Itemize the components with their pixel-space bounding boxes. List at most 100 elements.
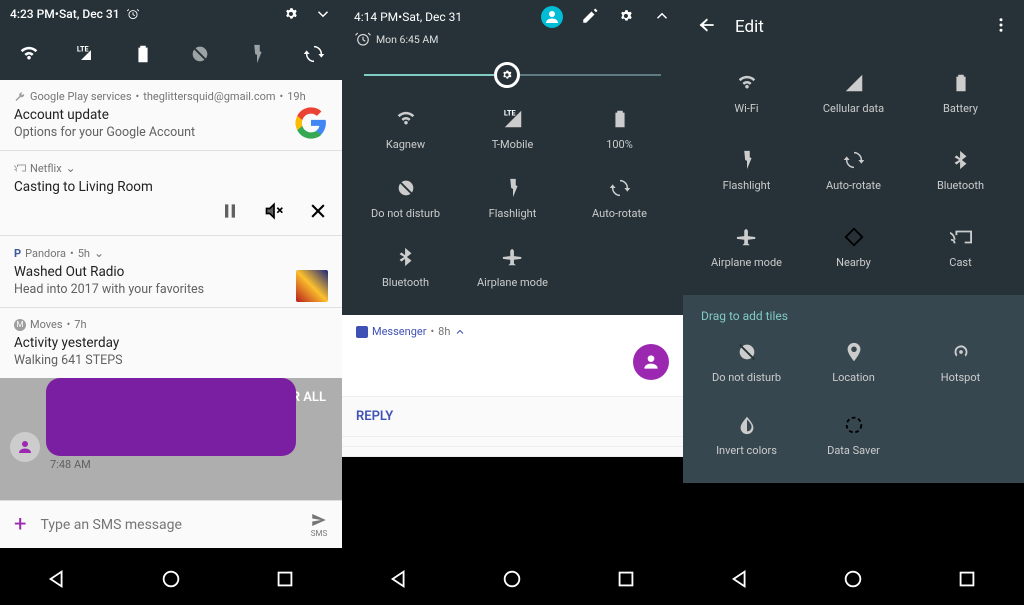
sender-avatar — [633, 344, 669, 380]
tile-battery[interactable]: 100% — [566, 108, 673, 151]
rotate-icon — [843, 149, 865, 171]
album-art — [296, 270, 328, 302]
rotate-icon — [609, 177, 631, 199]
tile-datasaver[interactable]: Data Saver — [800, 414, 907, 457]
lte-icon: LTE — [502, 108, 524, 130]
flashlight-icon — [736, 149, 758, 171]
tile-lte[interactable]: LTE T-Mobile — [459, 108, 566, 151]
back-button[interactable] — [729, 568, 751, 594]
alarm-icon — [126, 7, 140, 21]
active-tiles: Wi-Fi Cellular data Battery Flashlight Auto-… — [683, 54, 1024, 295]
back-icon[interactable] — [697, 15, 717, 39]
tile-label: Cellular data — [823, 102, 884, 115]
battery-icon[interactable] — [132, 43, 154, 65]
airplane-icon — [736, 226, 758, 248]
collapse-icon[interactable] — [653, 7, 671, 28]
dnd-icon[interactable] — [189, 43, 211, 65]
tile-rotate[interactable]: Auto-rotate — [800, 149, 907, 192]
status-time: 4:23 PM — [10, 7, 55, 21]
datasaver-icon — [843, 414, 865, 436]
send-button[interactable]: SMS — [310, 511, 328, 538]
add-icon[interactable]: + — [14, 512, 26, 537]
nav-bar — [683, 557, 1024, 605]
tile-battery[interactable]: Battery — [907, 72, 1014, 115]
tile-nearby[interactable]: Nearby — [800, 226, 907, 269]
notification-netflix[interactable]: Netflix ⌄ Casting to Living Room — [0, 151, 342, 236]
rotate-icon[interactable] — [303, 43, 325, 65]
quick-settings-tiles: Kagnew LTE T-Mobile 100% Do not disturb Flash… — [342, 98, 683, 315]
wrench-icon — [14, 91, 26, 103]
profile-icon[interactable] — [541, 6, 563, 28]
dnd-icon — [395, 177, 417, 199]
recents-button[interactable] — [956, 568, 978, 594]
pause-button[interactable] — [220, 201, 240, 225]
home-button[interactable] — [160, 568, 182, 594]
tile-flashlight[interactable]: Flashlight — [693, 149, 800, 192]
recents-button[interactable] — [615, 568, 637, 594]
brightness-icon — [500, 68, 514, 82]
mute-button[interactable] — [264, 201, 284, 225]
tile-label: Bluetooth — [937, 179, 984, 192]
expand-icon[interactable] — [314, 5, 332, 23]
tile-label: Do not disturb — [712, 371, 781, 384]
back-button[interactable] — [388, 568, 410, 594]
tile-wifi[interactable]: Kagnew — [352, 108, 459, 151]
settings-icon[interactable] — [282, 5, 300, 23]
tile-label: Kagnew — [386, 138, 425, 151]
tile-location[interactable]: Location — [800, 341, 907, 384]
tile-invert[interactable]: Invert colors — [693, 414, 800, 457]
pandora-icon: P — [14, 247, 21, 260]
sms-compose[interactable]: + Type an SMS message SMS — [0, 500, 342, 548]
flashlight-icon — [502, 177, 524, 199]
tile-label: Flashlight — [489, 207, 537, 220]
home-button[interactable] — [501, 568, 523, 594]
tile-label: Auto-rotate — [826, 179, 881, 192]
drag-zone: Drag to add tiles Do not disturbLocation… — [683, 295, 1024, 483]
tile-hotspot[interactable]: Hotspot — [907, 341, 1014, 384]
tile-bluetooth[interactable]: Bluetooth — [907, 149, 1014, 192]
back-button[interactable] — [46, 568, 68, 594]
airplane-icon — [502, 246, 524, 268]
tile-dnd[interactable]: Do not disturb — [693, 341, 800, 384]
notification-moves[interactable]: M Moves • 7h Activity yesterday Walking … — [0, 308, 342, 378]
notif-body: Options for your Google Account — [14, 125, 328, 140]
status-bar: 4:23 PM • Sat, Dec 31 — [0, 0, 342, 28]
wifi-icon[interactable] — [18, 43, 40, 65]
tile-flashlight[interactable]: Flashlight — [459, 177, 566, 220]
tile-label: Battery — [943, 102, 978, 115]
reply-button[interactable]: REPLY — [342, 397, 683, 437]
sms-bubble — [46, 378, 296, 456]
sms-time: 7:48 AM — [50, 458, 91, 471]
tile-label: Airplane mode — [477, 276, 548, 289]
notif-title: Account update — [14, 107, 328, 123]
invert-icon — [736, 414, 758, 436]
tile-bluetooth[interactable]: Bluetooth — [352, 246, 459, 289]
tile-dnd[interactable]: Do not disturb — [352, 177, 459, 220]
more-icon[interactable] — [992, 16, 1010, 38]
tile-airplane[interactable]: Airplane mode — [693, 226, 800, 269]
lte-icon[interactable]: LTE — [75, 43, 97, 65]
notification-messenger[interactable]: Messenger • 8h — [342, 315, 683, 397]
recents-button[interactable] — [274, 568, 296, 594]
brightness-slider[interactable] — [342, 52, 683, 98]
chevron-up-icon — [454, 326, 466, 338]
notification-google[interactable]: Google Play services • theglittersquid@g… — [0, 80, 342, 151]
status-bar: 4:14 PM • Sat, Dec 31 Mon 6:45 AM — [342, 0, 683, 52]
flashlight-icon[interactable] — [246, 43, 268, 65]
tile-cell[interactable]: Cellular data — [800, 72, 907, 115]
tile-rotate[interactable]: Auto-rotate — [566, 177, 673, 220]
edit-icon[interactable] — [581, 7, 599, 28]
close-button[interactable] — [308, 201, 328, 225]
moves-icon: M — [14, 319, 26, 331]
tile-airplane[interactable]: Airplane mode — [459, 246, 566, 289]
status-date: Sat, Dec 31 — [59, 7, 120, 21]
tile-wifi[interactable]: Wi-Fi — [693, 72, 800, 115]
settings-icon[interactable] — [617, 7, 635, 28]
home-button[interactable] — [842, 568, 864, 594]
notification-pandora[interactable]: P Pandora • 5h ⌄ Washed Out Radio Head i… — [0, 236, 342, 308]
cell-icon — [843, 72, 865, 94]
cast-icon — [950, 226, 972, 248]
tile-cast[interactable]: Cast — [907, 226, 1014, 269]
cast-icon — [14, 162, 26, 174]
tile-label: T-Mobile — [492, 138, 534, 151]
